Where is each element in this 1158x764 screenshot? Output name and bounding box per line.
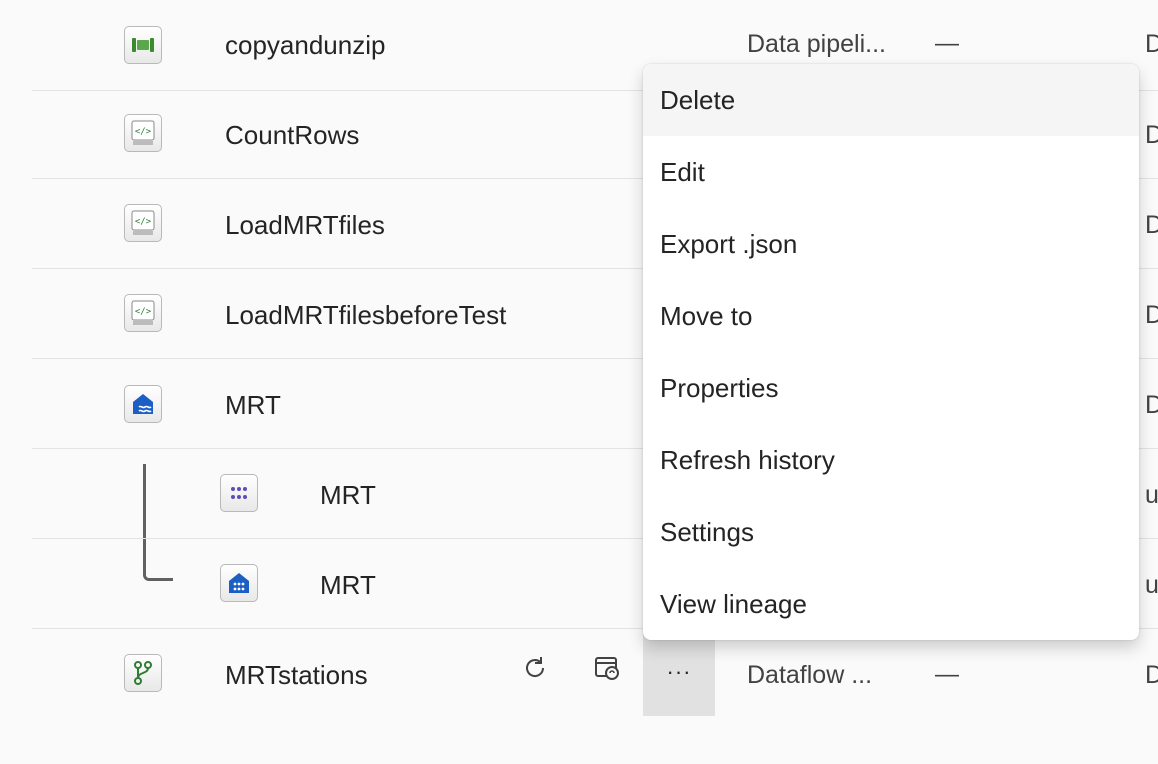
menu-item-delete[interactable]: Delete — [643, 64, 1139, 136]
sql-endpoint-icon — [220, 564, 258, 602]
semantic-model-icon — [220, 474, 258, 512]
schedule-refresh-icon — [595, 657, 619, 680]
item-extra-cell: D — [1145, 661, 1158, 689]
menu-item-view-lineage[interactable]: View lineage — [643, 568, 1139, 640]
item-owner: — — [935, 661, 959, 688]
menu-item-export-json[interactable]: Export .json — [643, 208, 1139, 280]
item-extra-cell: D — [1145, 121, 1158, 149]
item-type: Dataflow ... — [747, 661, 873, 689]
item-extra-cell: D — [1145, 391, 1158, 419]
menu-item-properties[interactable]: Properties — [643, 352, 1139, 424]
svg-text:</>: </> — [135, 307, 152, 317]
item-owner: — — [935, 30, 959, 57]
menu-item-settings[interactable]: Settings — [643, 496, 1139, 568]
more-options-button[interactable]: ··· — [643, 628, 715, 716]
notebook-icon: </> — [124, 294, 162, 332]
item-extra-cell: D — [1145, 211, 1158, 239]
item-extra-cell: u — [1145, 571, 1158, 599]
item-name[interactable]: CountRows — [225, 120, 359, 150]
item-name[interactable]: copyandunzip — [225, 30, 385, 60]
item-name[interactable]: LoadMRTfiles — [225, 210, 385, 240]
menu-item-refresh-history[interactable]: Refresh history — [643, 424, 1139, 496]
item-type: Data pipeli... — [747, 30, 886, 58]
notebook-icon: </> — [124, 114, 162, 152]
svg-text:</>: </> — [135, 217, 152, 227]
item-extra-cell: D — [1145, 30, 1158, 58]
item-name[interactable]: MRTstations — [225, 660, 368, 690]
svg-text:</>: </> — [135, 127, 152, 137]
item-name[interactable]: LoadMRTfilesbeforeTest — [225, 300, 506, 330]
lakehouse-icon — [124, 385, 162, 423]
notebook-icon: </> — [124, 204, 162, 242]
dataflow-icon — [124, 654, 162, 692]
refresh-button[interactable] — [517, 650, 553, 686]
item-name[interactable]: MRT — [225, 390, 281, 420]
item-extra-cell: u — [1145, 481, 1158, 509]
schedule-refresh-button[interactable] — [589, 650, 625, 686]
item-name[interactable]: MRT — [320, 570, 376, 600]
item-name[interactable]: MRT — [320, 480, 376, 510]
menu-item-move-to[interactable]: Move to — [643, 280, 1139, 352]
item-extra-cell: D — [1145, 301, 1158, 329]
pipeline-icon — [124, 26, 162, 64]
context-menu: Delete Edit Export .json Move to Propert… — [643, 64, 1139, 640]
menu-item-edit[interactable]: Edit — [643, 136, 1139, 208]
refresh-icon — [526, 657, 545, 677]
table-row[interactable]: MRTstations Dataflow ... — D — [32, 628, 1158, 718]
